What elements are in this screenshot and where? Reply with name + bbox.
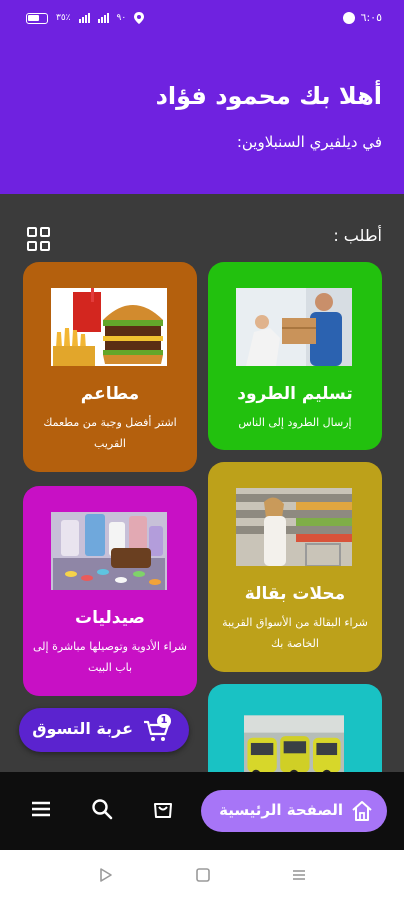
main-content: أطلب : تسليم الطرود إرسال الطرود إلى الن… xyxy=(0,194,404,772)
menu-icon[interactable] xyxy=(30,798,52,820)
status-text-1: ٣٥٪ xyxy=(56,13,71,23)
pharmacy-medicine-image xyxy=(51,512,167,590)
order-label: أطلب : xyxy=(333,226,382,245)
location-icon xyxy=(134,12,145,24)
status-time: ٦:٠٥ xyxy=(360,11,382,24)
status-left: ٣٥٪ ٩٠ xyxy=(26,12,145,24)
parcel-delivery-image xyxy=(236,288,352,366)
card-parcel-delivery[interactable]: تسليم الطرود إرسال الطرود إلى الناس xyxy=(208,262,382,450)
cart-count-badge: 1 xyxy=(157,714,171,728)
card-title: مطاعم xyxy=(80,384,140,404)
card-restaurants[interactable]: مطاعم اشتر أفضل وجبة من مطعمك القريب xyxy=(23,262,197,472)
restaurant-food-image xyxy=(51,288,167,366)
card-description: اشتر أفضل وجبة من مطعمك القريب xyxy=(43,416,177,450)
greeting-subtitle: في ديلفيري السنبلاوين: xyxy=(236,133,382,151)
battery-icon xyxy=(26,12,48,24)
card-title: صيدليات xyxy=(75,608,145,628)
home-square-icon[interactable] xyxy=(195,867,211,883)
nav-home-button[interactable]: الصفحة الرئيسية xyxy=(201,790,387,832)
search-icon[interactable] xyxy=(91,798,113,820)
grid-view-icon[interactable] xyxy=(27,227,51,251)
card-description: شراء البقالة من الأسواق القريبة الخاصة ب… xyxy=(222,616,368,650)
card-pharmacies[interactable]: صيدليات شراء الأدوية وتوصيلها مباشرة إلى… xyxy=(23,486,197,696)
signal-icon xyxy=(78,13,90,23)
nav-home-label: الصفحة الرئيسية xyxy=(219,801,343,819)
notification-dot-icon xyxy=(342,11,355,24)
tuktuk-image xyxy=(244,715,344,772)
card-description: إرسال الطرود إلى الناس xyxy=(238,416,352,429)
greeting-title: أهلا بك محمود فؤاد xyxy=(155,82,382,110)
system-nav-bar xyxy=(0,850,404,900)
card-title: محلات بقالة xyxy=(244,584,346,604)
header: أهلا بك محمود فؤاد في ديلفيري السنبلاوين… xyxy=(0,36,404,194)
status-text-2: ٩٠ xyxy=(116,13,127,23)
bag-icon[interactable] xyxy=(152,798,174,820)
recents-menu-icon[interactable] xyxy=(291,867,307,883)
card-groceries[interactable]: محلات بقالة شراء البقالة من الأسواق القر… xyxy=(208,462,382,672)
status-bar: ٣٥٪ ٩٠ ٦:٠٥ xyxy=(0,0,404,36)
card-description: شراء الأدوية وتوصيلها مباشرة إلى باب الب… xyxy=(33,640,187,674)
status-right: ٦:٠٥ xyxy=(342,11,382,24)
back-icon[interactable] xyxy=(98,867,114,883)
cart-label: عربة التسوق xyxy=(32,719,133,738)
card-transport[interactable] xyxy=(208,684,382,772)
signal-icon-2 xyxy=(97,13,109,23)
card-title: تسليم الطرود xyxy=(237,384,353,404)
grocery-store-image xyxy=(236,488,352,566)
bottom-nav: الصفحة الرئيسية xyxy=(0,772,404,850)
shopping-cart-button[interactable]: 1 عربة التسوق xyxy=(19,708,189,752)
home-icon xyxy=(352,801,372,821)
